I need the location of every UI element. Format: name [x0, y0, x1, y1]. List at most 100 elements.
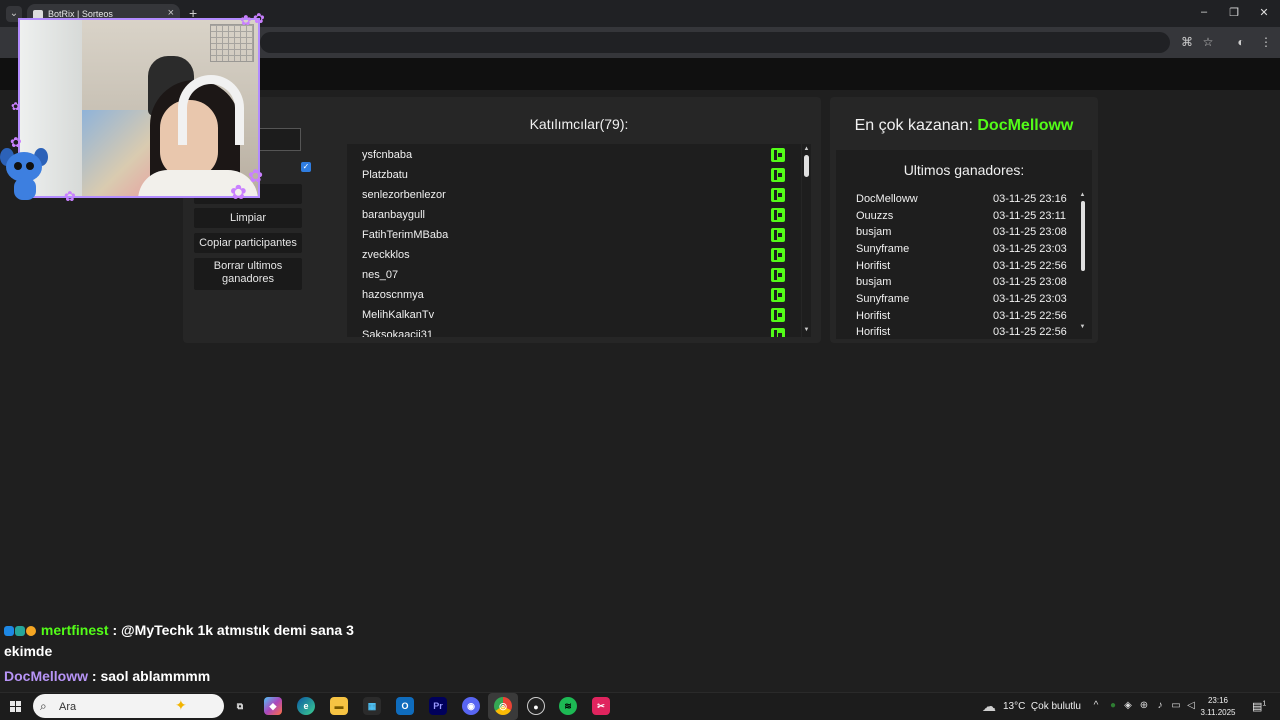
mic-icon[interactable]: ♪ [1153, 700, 1167, 711]
notification-icon[interactable]: ▤1 [1252, 700, 1266, 713]
premiere-icon[interactable]: Pr [429, 697, 447, 715]
app-tray-icon[interactable]: ● [1106, 700, 1120, 711]
winner-date: 03-11-25 23:08 [993, 276, 1067, 288]
scroll-up-icon[interactable]: ▲ [1078, 192, 1087, 198]
participant-name: senlezorbenlezor [362, 189, 446, 201]
close-window-button[interactable]: ✕ [1254, 6, 1274, 19]
list-item[interactable]: baranbaygull [347, 205, 801, 225]
clear-button[interactable]: Limpiar [194, 208, 302, 228]
participant-name: ysfcnbaba [362, 149, 413, 161]
chat-message-continued: ekimde [4, 643, 53, 659]
winner-name: busjam [856, 226, 892, 238]
winner-name: Sunyframe [856, 243, 910, 255]
steam-icon[interactable]: ◈ [1121, 700, 1135, 711]
participant-name: nes_07 [362, 269, 399, 281]
weather-widget[interactable]: 13°C Çok bulutlu [1003, 701, 1081, 712]
winner-date: 03-11-25 22:56 [993, 326, 1067, 338]
clear-winners-button[interactable]: Borrar ultimos ganadores [194, 258, 302, 290]
list-item[interactable]: Saksokaacii31 [347, 325, 801, 337]
minimize-button[interactable]: – [1194, 6, 1214, 18]
spotify-icon[interactable]: ≋ [559, 697, 577, 715]
store-icon[interactable]: ▦ [363, 697, 381, 715]
winner-date: 03-11-25 23:16 [993, 193, 1067, 205]
scroll-down-icon[interactable]: ▼ [1078, 324, 1087, 330]
profile-icon[interactable]: ◐ [1233, 35, 1249, 49]
winner-name: Horifist [856, 310, 891, 322]
translate-icon[interactable]: ⌘ [1179, 35, 1195, 49]
list-item[interactable]: Platzbatu [347, 165, 801, 185]
table-row: Horifist 03-11-25 22:56 [836, 308, 1076, 325]
cloudy-weather-icon[interactable]: ☁ [982, 698, 996, 715]
restore-button[interactable]: ❐ [1224, 6, 1244, 19]
participants-title: Katılımcılar(79): [529, 116, 629, 132]
app-tray-icon-2[interactable]: ⊕ [1137, 700, 1151, 711]
address-bar[interactable] [260, 32, 1170, 53]
option-checkbox[interactable]: ✓ [301, 162, 311, 172]
badge-icon [26, 626, 36, 636]
edge-icon[interactable]: e [297, 697, 315, 715]
windows-start-icon[interactable] [10, 701, 22, 713]
winner-name: Sunyframe [856, 293, 910, 305]
chrome-icon[interactable]: ◎ [494, 697, 512, 715]
participant-name: baranbaygull [362, 209, 425, 221]
clock-date[interactable]: 3.11.2025 [1196, 708, 1240, 717]
list-item[interactable]: MelihKalkanTv [347, 305, 801, 325]
flower-icon: ✿ [240, 12, 252, 28]
notification-count: 1 [1262, 700, 1267, 708]
outlook-icon[interactable]: O [396, 697, 414, 715]
discord-icon[interactable]: ◉ [462, 697, 480, 715]
kick-icon [771, 188, 785, 202]
scroll-up-icon[interactable]: ▲ [802, 146, 811, 152]
obs-icon[interactable]: ● [527, 697, 545, 715]
winners-scroll-thumb[interactable] [1081, 201, 1085, 271]
recent-winners-box: DocMelloww 03-11-25 23:16 Ouuzzs 03-11-25 … [836, 150, 1092, 339]
participant-name: hazoscnmya [362, 289, 424, 301]
list-item[interactable]: hazoscnmya [347, 285, 801, 305]
chat-username: DocMelloww [4, 668, 89, 684]
participant-name: Platzbatu [362, 169, 408, 181]
table-row: Ouuzzs 03-11-25 23:11 [836, 208, 1076, 225]
chat-message: DocMelloww : saol ablammmm [4, 668, 211, 684]
winner-date: 03-11-25 23:03 [993, 243, 1067, 255]
top-winner-label: En çok kazanan: [854, 117, 973, 134]
participants-scroll-thumb[interactable] [804, 155, 809, 177]
winner-date: 03-11-25 23:11 [993, 210, 1066, 222]
list-item[interactable]: ysfcnbaba [347, 145, 801, 165]
kick-icon [771, 168, 785, 182]
clock-time[interactable]: 23:16 [1196, 696, 1240, 705]
file-explorer-icon[interactable]: ▬ [330, 697, 348, 715]
network-icon[interactable]: ▭ [1169, 700, 1183, 711]
list-item[interactable]: nes_07 [347, 265, 801, 285]
winner-date: 03-11-25 23:03 [993, 293, 1067, 305]
participant-name: zveckklos [362, 249, 410, 261]
list-item[interactable]: zveckklos [347, 245, 801, 265]
copilot-icon[interactable]: ◆ [264, 697, 282, 715]
task-view-icon[interactable]: ⧉ [231, 697, 249, 715]
capcut-icon[interactable]: ✂ [592, 697, 610, 715]
table-row: DocMelloww 03-11-25 23:16 [836, 191, 1076, 208]
menu-icon[interactable]: ⋮ [1258, 35, 1274, 49]
participants-list[interactable]: ysfcnbaba Platzbatu senlezorbenlezor bar… [347, 144, 801, 337]
table-row: Sunyframe 03-11-25 23:03 [836, 241, 1076, 258]
star-icon[interactable]: ☆ [1200, 35, 1216, 49]
chevron-up-icon[interactable]: ^ [1089, 700, 1103, 711]
chat-username: mertfinest [40, 622, 109, 638]
table-row: busjam 03-11-25 23:08 [836, 274, 1076, 291]
kick-icon [771, 208, 785, 222]
winner-name: Ouuzzs [856, 210, 894, 222]
chat-text: saol ablammmm [100, 668, 211, 684]
winner-name: busjam [856, 276, 892, 288]
list-item[interactable]: senlezorbenlezor [347, 185, 801, 205]
search-icon: ⌕ [40, 699, 47, 713]
copy-participants-button[interactable]: Copiar participantes [194, 233, 302, 253]
flower-icon: ✿ [230, 182, 247, 204]
headphones-icon [178, 75, 244, 145]
scroll-down-icon[interactable]: ▼ [802, 327, 811, 333]
participant-name: Saksokaacii31 [362, 329, 433, 337]
recent-winners-title: Ultimos ganadores: [903, 162, 1025, 178]
table-row: Horifist 03-11-25 22:56 [836, 258, 1076, 275]
participant-name: FatihTerimMBaba [362, 229, 449, 241]
flower-icon: ✿ [253, 10, 265, 26]
list-item[interactable]: FatihTerimMBaba [347, 225, 801, 245]
participant-name: MelihKalkanTv [362, 309, 435, 321]
